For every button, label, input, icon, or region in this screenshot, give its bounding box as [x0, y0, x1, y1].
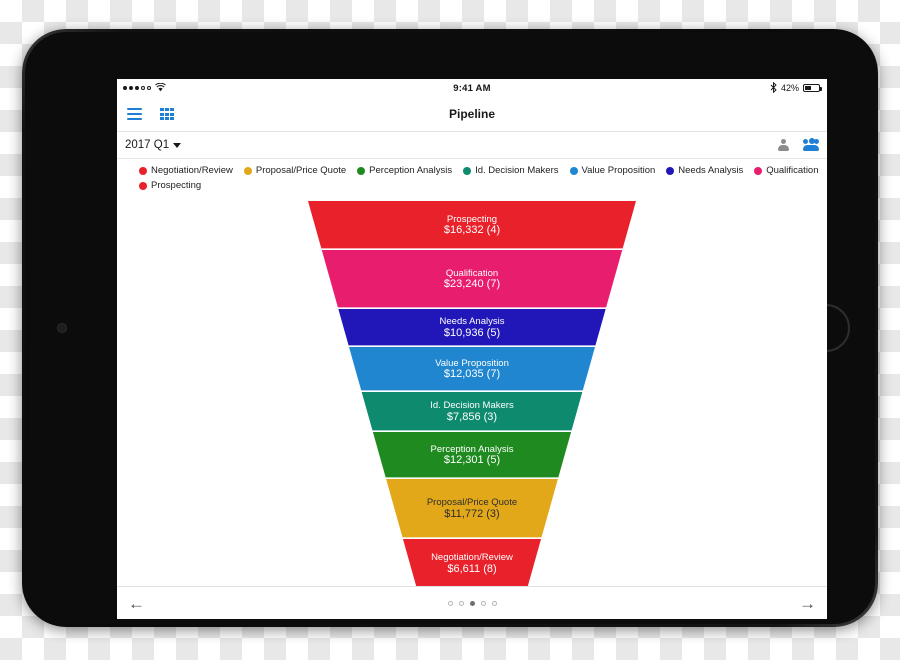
legend-item-label: Id. Decision Makers	[475, 165, 559, 176]
battery-icon	[803, 84, 822, 92]
funnel-chart: Prospecting $16,332 (4) Qualification $23,2…	[117, 195, 827, 613]
page-indicator-dot[interactable]	[458, 600, 464, 606]
legend-item-label: Value Proposition	[581, 165, 656, 176]
legend-item[interactable]: Prospecting	[139, 180, 201, 191]
person-icon[interactable]	[778, 139, 789, 151]
funnel-segment[interactable]	[321, 250, 623, 308]
ipad-device-frame: 9:41 AM 42% Pipeline 2017 Q1 Negotiation…	[22, 29, 878, 627]
legend-item-label: Prospecting	[151, 180, 202, 191]
page-indicator[interactable]	[117, 600, 827, 606]
funnel-segment[interactable]	[308, 201, 636, 249]
page-title: Pipeline	[448, 107, 495, 121]
funnel-segment[interactable]	[338, 309, 606, 346]
legend-item-label: Qualification	[766, 165, 819, 176]
battery-percent-label: 42%	[780, 83, 799, 93]
funnel-segment[interactable]	[372, 432, 572, 478]
legend-color-swatch-icon	[569, 166, 578, 175]
legend-item[interactable]: Qualification	[754, 165, 819, 176]
legend-item-label: Perception Analysis	[369, 165, 453, 176]
funnel-chart-svg	[308, 201, 636, 589]
legend-color-swatch-icon	[666, 166, 675, 175]
status-bar-right: 42%	[770, 81, 822, 95]
page-indicator-dot[interactable]	[480, 600, 486, 606]
legend-item[interactable]: Id. Decision Makers	[463, 165, 559, 176]
legend-item-label: Negotiation/Review	[151, 165, 233, 176]
legend-color-swatch-icon	[139, 181, 147, 190]
legend-item[interactable]: Proposal/Price Quote	[243, 165, 347, 176]
period-selector[interactable]: 2017 Q1	[125, 139, 182, 151]
screenshot-stage: 9:41 AM 42% Pipeline 2017 Q1 Negotiation…	[0, 0, 900, 660]
people-group-icon[interactable]	[803, 138, 819, 151]
status-bar: 9:41 AM 42%	[117, 79, 827, 97]
legend-color-swatch-icon	[357, 166, 366, 175]
legend-item-label: Proposal/Price Quote	[255, 165, 347, 176]
navigation-bar: Pipeline	[117, 97, 827, 132]
chevron-down-icon	[173, 142, 182, 148]
legend-item[interactable]: Needs Analysis	[666, 165, 743, 176]
legend-color-swatch-icon	[754, 166, 763, 175]
page-indicator-dot[interactable]	[491, 600, 497, 606]
funnel-segment[interactable]	[402, 539, 542, 589]
page-indicator-dot[interactable]	[469, 600, 475, 606]
arrow-right-icon[interactable]: →	[799, 595, 816, 612]
funnel-segment[interactable]	[349, 347, 595, 391]
legend-item[interactable]: Perception Analysis	[357, 165, 452, 176]
funnel-segment[interactable]	[361, 392, 583, 431]
legend-color-swatch-icon	[463, 166, 472, 175]
app-screen: 9:41 AM 42% Pipeline 2017 Q1 Negotiation…	[117, 79, 827, 619]
page-indicator-dot[interactable]	[447, 600, 453, 606]
filter-bar: 2017 Q1	[117, 132, 827, 159]
front-camera	[57, 323, 67, 333]
period-label: 2017 Q1	[125, 139, 170, 151]
legend-item-label: Needs Analysis	[678, 165, 744, 176]
status-bar-clock: 9:41 AM	[453, 82, 491, 94]
legend-color-swatch-icon	[243, 166, 252, 175]
legend-item[interactable]: Negotiation/Review	[139, 165, 233, 176]
funnel-segment[interactable]	[386, 479, 558, 538]
legend-item[interactable]: Value Proposition	[569, 165, 656, 176]
legend-color-swatch-icon	[139, 166, 147, 175]
bottom-navigation-bar: ← →	[117, 586, 827, 619]
filter-bar-actions	[778, 138, 819, 151]
chart-legend: Negotiation/Review Proposal/Price Quote Pe…	[117, 159, 827, 195]
bluetooth-icon	[770, 81, 777, 95]
